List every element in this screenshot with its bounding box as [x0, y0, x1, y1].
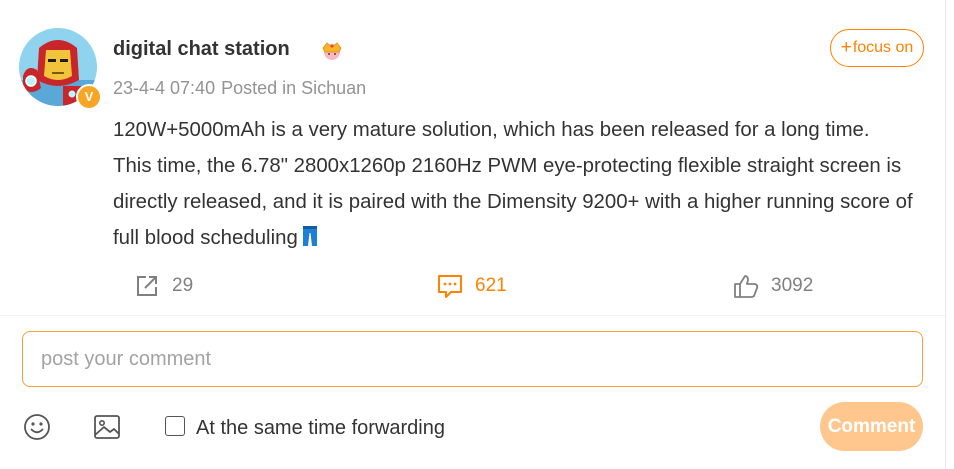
section-divider [0, 315, 946, 316]
repost-icon [137, 276, 157, 296]
forward-label[interactable]: At the same time forwarding [196, 417, 445, 440]
comment-submit-button[interactable]: Comment [820, 402, 923, 451]
comment-count: 621 [475, 275, 507, 296]
jeans-emoji-icon [302, 226, 317, 246]
post-location: Posted in Sichuan [221, 78, 367, 98]
like-icon [734, 275, 759, 298]
post-content: 120W+5000mAh is a very mature solution, … [113, 112, 913, 256]
post-card: V digital chat station 23-4-4 07:40 Poste… [0, 0, 946, 315]
comment-input[interactable] [22, 331, 923, 387]
post-text: 120W+5000mAh is a very mature solution, … [113, 119, 913, 249]
post-actions: 29 621 3092 [0, 270, 946, 302]
scrollbar-track[interactable] [945, 0, 954, 469]
post-timestamp[interactable]: 23-4-4 07:40 [113, 78, 215, 98]
repost-count: 29 [172, 275, 194, 296]
verified-badge: V [76, 84, 102, 110]
image-icon[interactable] [92, 412, 122, 442]
plus-icon: + [840, 37, 852, 58]
username[interactable]: digital chat station [113, 38, 290, 61]
post-meta: 23-4-4 07:40 Posted in Sichuan [113, 78, 366, 99]
comment-toggle-button[interactable]: 621 [437, 270, 507, 302]
comment-icon [438, 275, 462, 298]
follow-label: focus on [852, 39, 914, 56]
forward-checkbox[interactable] [165, 416, 185, 436]
like-button[interactable]: 3092 [733, 270, 813, 302]
crown-icon [322, 42, 342, 60]
repost-button[interactable]: 29 [134, 270, 193, 302]
follow-button[interactable]: +focus on [830, 29, 924, 67]
weibo-post-page: V digital chat station 23-4-4 07:40 Poste… [0, 0, 954, 469]
emoji-icon[interactable] [22, 412, 52, 442]
like-count: 3092 [771, 275, 814, 296]
